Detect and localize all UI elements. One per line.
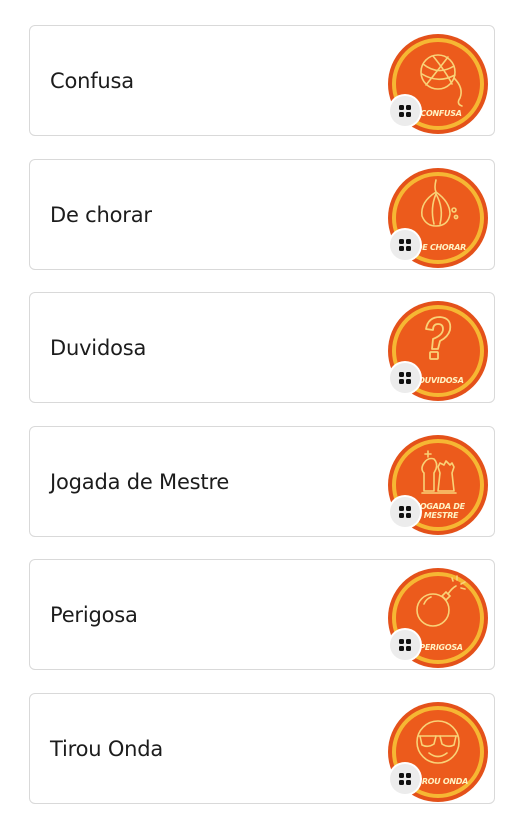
reaction-badge: TIROU ONDA [386,700,490,804]
reaction-card-jogada-de-mestre[interactable]: Jogada de Mestre JOGADA DE MESTRE [29,426,495,537]
reaction-label: De chorar [50,203,152,227]
grid-icon[interactable] [390,497,420,527]
reaction-list: Confusa CONFUSA De chorar DE CHORAR Duvi… [0,0,526,834]
reaction-card-perigosa[interactable]: Perigosa PERIGOSA [29,559,495,670]
grid-icon[interactable] [390,764,420,794]
grid-icon[interactable] [390,230,420,260]
reaction-card-confusa[interactable]: Confusa CONFUSA [29,25,495,136]
reaction-label: Duvidosa [50,336,147,360]
reaction-badge: CONFUSA [386,32,490,136]
reaction-card-de-chorar[interactable]: De chorar DE CHORAR [29,159,495,270]
reaction-label: Confusa [50,69,134,93]
reaction-label: Jogada de Mestre [50,470,230,494]
grid-icon[interactable] [390,96,420,126]
reaction-card-duvidosa[interactable]: Duvidosa DUVIDOSA [29,292,495,403]
grid-icon[interactable] [390,363,420,393]
reaction-label: Tirou Onda [50,737,164,761]
grid-icon[interactable] [390,630,420,660]
reaction-card-tirou-onda[interactable]: Tirou Onda TIROU ONDA [29,693,495,804]
reaction-badge: PERIGOSA [386,566,490,670]
reaction-badge: DUVIDOSA [386,299,490,403]
reaction-badge: JOGADA DE MESTRE [386,433,490,537]
reaction-label: Perigosa [50,603,138,627]
reaction-badge: DE CHORAR [386,166,490,270]
